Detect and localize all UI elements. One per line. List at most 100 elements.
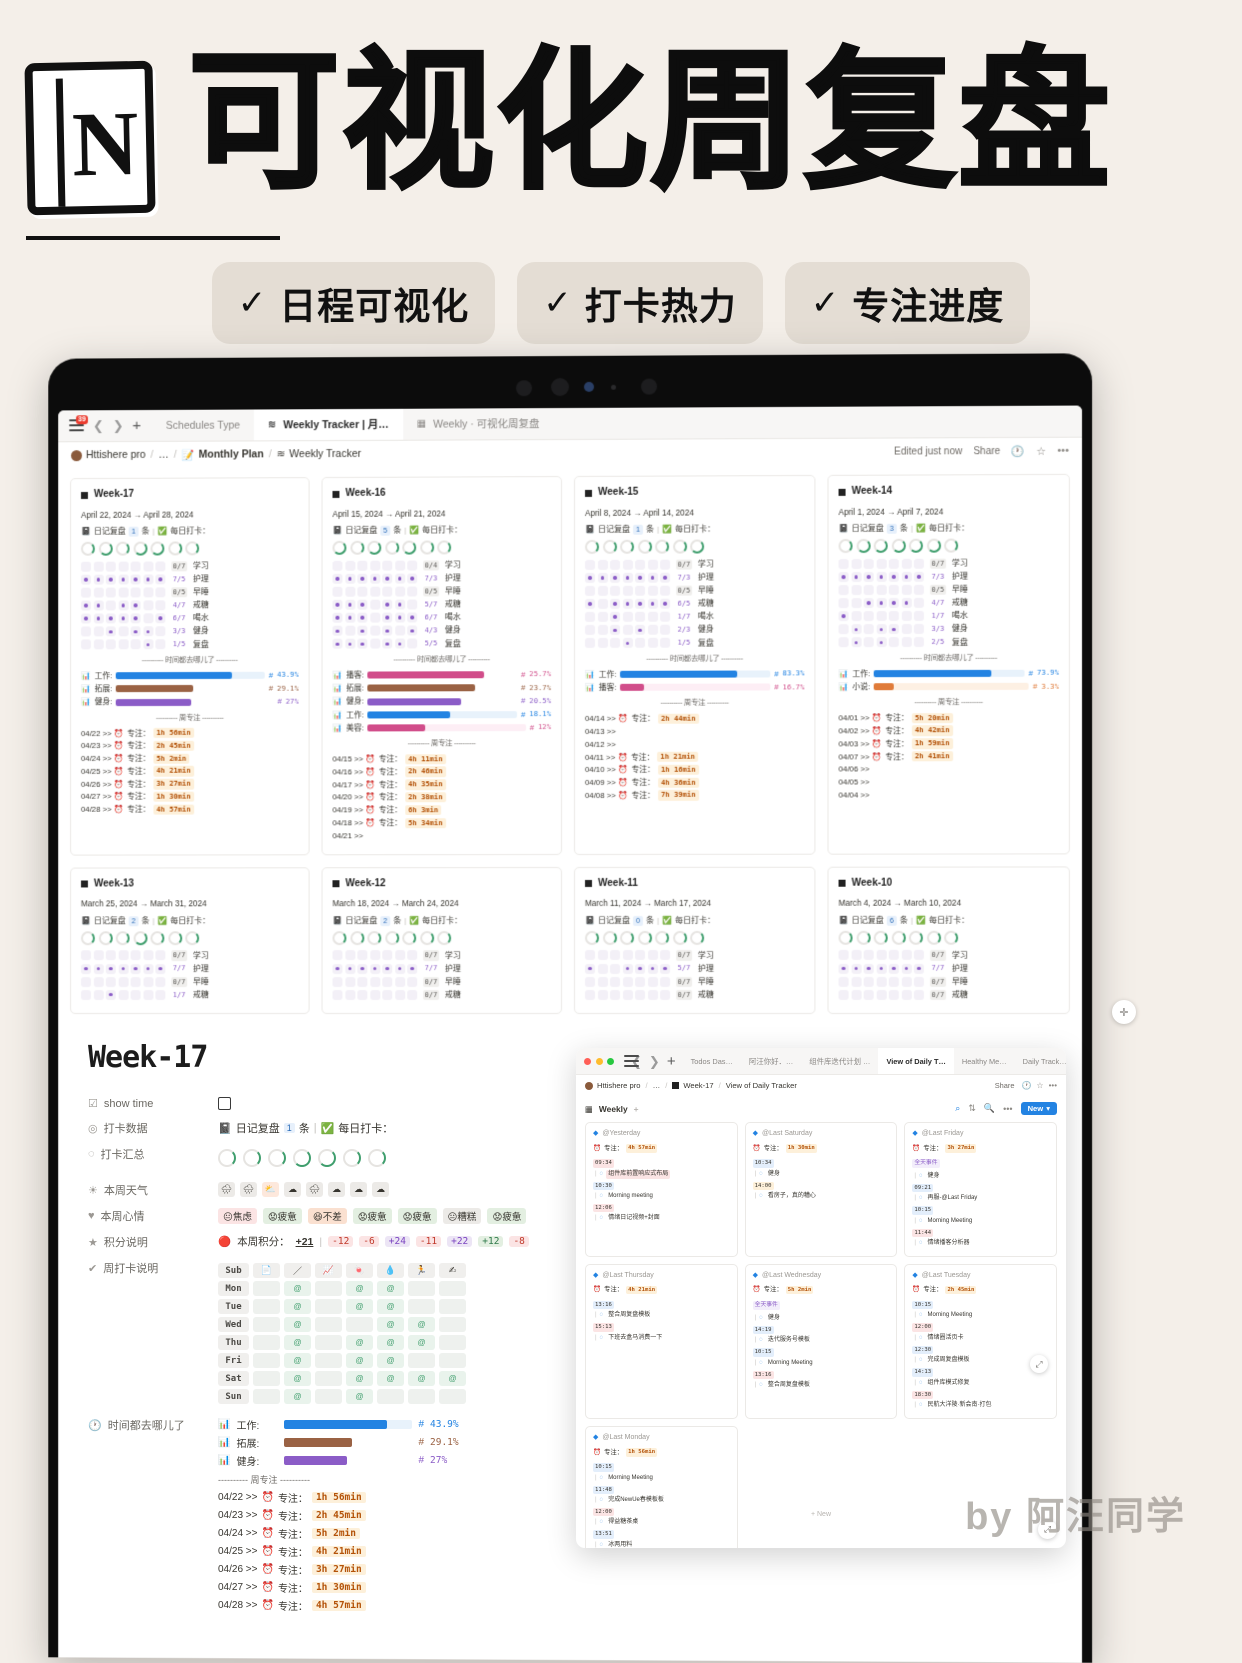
plus-icon[interactable]: + [634,1104,639,1114]
habit-cell[interactable] [610,560,620,570]
checkin-cell[interactable]: @ [284,1317,311,1332]
habit-cell[interactable] [131,627,141,637]
checkin-cell[interactable]: @ [439,1371,466,1386]
habit-cell[interactable] [598,625,608,635]
habit-cell[interactable] [889,637,899,647]
habit-cell[interactable] [131,990,141,1000]
habit-cell[interactable] [370,600,380,610]
habit-cell[interactable] [851,598,861,608]
habit-cell[interactable] [407,990,417,1000]
sort-icon[interactable]: ⇅ [968,1103,976,1114]
checkin-cell[interactable] [439,1389,466,1404]
checkin-cell[interactable] [315,1353,342,1368]
habit-cell[interactable] [395,990,405,1000]
plus-icon[interactable]: + [132,418,141,433]
chevron-right-icon[interactable]: ❯ [113,419,124,432]
habit-cell[interactable] [901,950,911,960]
habit-cell[interactable] [635,625,645,635]
maximize-icon[interactable] [607,1058,614,1065]
habit-cell[interactable] [407,964,417,974]
habit-cell[interactable] [106,951,116,961]
habit-cell[interactable] [382,613,392,623]
habit-cell[interactable] [407,600,417,610]
habit-cell[interactable] [610,638,620,648]
habit-cell[interactable] [118,601,128,611]
habit-cell[interactable] [610,964,620,974]
habit-cell[interactable] [851,572,861,582]
habit-cell[interactable] [93,951,103,961]
habit-cell[interactable] [370,560,380,570]
habit-cell[interactable] [889,950,899,960]
inset-tab-1[interactable]: 阿汪你好．… [741,1048,801,1074]
habit-cell[interactable] [914,559,924,569]
habit-cell[interactable] [131,964,141,974]
habit-cell[interactable] [155,600,165,610]
habit-cell[interactable] [155,977,165,987]
habit-cell[interactable] [876,585,886,595]
inset-share-button[interactable]: Share [995,1081,1015,1090]
habit-cell[interactable] [382,951,392,961]
habit-cell[interactable] [370,977,380,987]
checkin-cell[interactable] [408,1353,435,1368]
checkin-cell[interactable]: @ [408,1335,435,1350]
habit-cell[interactable] [610,586,620,596]
habit-cell[interactable] [635,638,645,648]
habit-cell[interactable] [876,572,886,582]
minimize-icon[interactable] [596,1058,603,1065]
habit-cell[interactable] [901,585,911,595]
checkin-cell[interactable]: @ [284,1371,311,1386]
habit-cell[interactable] [839,977,849,987]
habit-cell[interactable] [864,977,874,987]
habit-cell[interactable] [131,977,141,987]
share-button[interactable]: Share [973,446,1000,457]
habit-cell[interactable] [131,587,141,597]
habit-cell[interactable] [635,612,645,622]
habit-cell[interactable] [851,559,861,569]
habit-cell[interactable] [143,561,153,571]
checkin-cell[interactable]: @ [377,1371,404,1386]
checkin-cell[interactable] [253,1353,280,1368]
habit-cell[interactable] [598,599,608,609]
habit-cell[interactable] [598,586,608,596]
habit-cell[interactable] [660,573,670,583]
habit-cell[interactable] [357,626,367,636]
habit-cell[interactable] [914,624,924,634]
habit-cell[interactable] [864,963,874,973]
habit-cell[interactable] [610,977,620,987]
habit-cell[interactable] [143,640,153,650]
habit-cell[interactable] [648,964,658,974]
habit-cell[interactable] [81,561,91,571]
habit-cell[interactable] [370,990,380,1000]
habit-cell[interactable] [345,600,355,610]
habit-cell[interactable] [889,585,899,595]
habit-cell[interactable] [407,639,417,649]
habit-cell[interactable] [889,963,899,973]
checkin-cell[interactable] [253,1335,280,1350]
habit-cell[interactable] [660,625,670,635]
habit-cell[interactable] [382,626,392,636]
inset-tab-4[interactable]: Healthy Me… [954,1048,1015,1074]
clock-icon[interactable]: 🕐 [1021,1081,1031,1090]
habit-cell[interactable] [155,613,165,623]
habit-cell[interactable] [585,560,595,570]
habit-cell[interactable] [131,951,141,961]
habit-cell[interactable] [118,574,128,584]
habit-cell[interactable] [382,600,392,610]
habit-cell[interactable] [864,559,874,569]
chevron-left-icon[interactable]: ❮ [93,419,104,432]
habit-cell[interactable] [851,624,861,634]
habit-cell[interactable] [370,951,380,961]
habit-cell[interactable] [623,964,633,974]
checkin-cell[interactable] [315,1317,342,1332]
habit-cell[interactable] [118,951,128,961]
habit-cell[interactable] [851,585,861,595]
checkin-cell[interactable] [439,1281,466,1296]
habit-cell[interactable] [345,587,355,597]
habit-cell[interactable] [635,950,645,960]
habit-cell[interactable] [635,990,645,1000]
habit-cell[interactable] [395,951,405,961]
checkin-cell[interactable]: @ [377,1335,404,1350]
habit-cell[interactable] [155,990,165,1000]
checkin-cell[interactable] [315,1371,342,1386]
habit-cell[interactable] [851,950,861,960]
